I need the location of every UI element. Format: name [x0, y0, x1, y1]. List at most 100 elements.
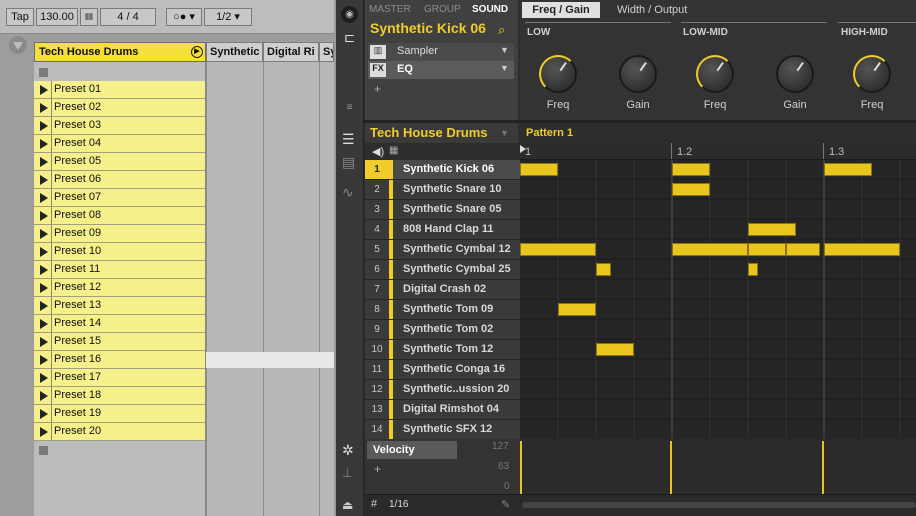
tempo-field[interactable]: 130.00	[36, 8, 78, 26]
clip-slot[interactable]: Preset 01	[34, 81, 205, 99]
quantize-select[interactable]: 1/2 ▾	[204, 8, 252, 26]
play-icon[interactable]	[34, 405, 52, 422]
arranger-icon[interactable]: ☰	[342, 131, 355, 148]
sound-row[interactable]: 9 Synthetic Tom 02	[365, 320, 520, 340]
velocity-selector[interactable]: Velocity	[367, 441, 457, 459]
play-icon[interactable]	[34, 369, 52, 386]
clip-slot[interactable]: Preset 12	[34, 279, 205, 297]
note-event[interactable]	[672, 163, 710, 176]
velocity-bar[interactable]	[670, 441, 672, 494]
play-icon[interactable]	[34, 135, 52, 152]
add-modulation-button[interactable]: +	[374, 462, 381, 476]
note-event[interactable]	[824, 243, 900, 256]
sound-row[interactable]: 4 808 Hand Clap 11	[365, 220, 520, 240]
sound-row[interactable]: 5 Synthetic Cymbal 12	[365, 240, 520, 260]
play-icon[interactable]	[34, 117, 52, 134]
hash-icon[interactable]: #	[371, 498, 377, 510]
clip-slot[interactable]: Preset 08	[34, 207, 205, 225]
note-event[interactable]	[596, 263, 611, 276]
browser-icon[interactable]: ◉	[341, 6, 358, 23]
sound-name[interactable]: Synthetic Kick 06	[370, 20, 486, 36]
grid-resolution[interactable]: 1/16	[389, 499, 408, 510]
speaker-icon[interactable]: ◀)	[372, 145, 384, 158]
chevron-down-icon[interactable]: ▼	[500, 45, 509, 55]
velocity-lane[interactable]	[520, 439, 916, 494]
sound-row[interactable]: 6 Synthetic Cymbal 25	[365, 260, 520, 280]
tab-master[interactable]: MASTER	[369, 4, 411, 15]
note-event[interactable]	[672, 183, 710, 196]
mixer-icon[interactable]: ▤	[342, 154, 355, 171]
tab-sound[interactable]: SOUND	[472, 4, 508, 15]
stop-all-button[interactable]	[39, 446, 48, 455]
stop-button[interactable]	[39, 68, 48, 77]
play-icon[interactable]	[34, 207, 52, 224]
step-grid[interactable]	[520, 160, 916, 439]
pattern-name[interactable]: Pattern 1	[526, 127, 573, 139]
note-event[interactable]	[558, 303, 596, 316]
clip-slot[interactable]: Preset 06	[34, 171, 205, 189]
play-circle-icon[interactable]: ▶	[191, 46, 203, 58]
sound-row[interactable]: 13 Digital Rimshot 04	[365, 400, 520, 420]
sound-row[interactable]: 10 Synthetic Tom 12	[365, 340, 520, 360]
sound-row[interactable]: 11 Synthetic Conga 16	[365, 360, 520, 380]
track-header-4[interactable]: Sy	[319, 42, 334, 62]
play-icon[interactable]	[34, 315, 52, 332]
pencil-icon[interactable]: ✎	[501, 498, 510, 511]
plugin-slot-sampler[interactable]: ▥ Sampler ▼	[368, 43, 514, 61]
clip-slot[interactable]: Preset 03	[34, 117, 205, 135]
clip-slot[interactable]: Preset 15	[34, 333, 205, 351]
sound-row[interactable]: 3 Synthetic Snare 05	[365, 200, 520, 220]
grid-icon[interactable]: ▦	[389, 145, 398, 156]
play-icon[interactable]	[34, 243, 52, 260]
note-event[interactable]	[786, 243, 820, 256]
play-icon[interactable]	[34, 279, 52, 296]
plugin-slot-eq[interactable]: FX EQ ▼	[368, 61, 514, 79]
group-name[interactable]: Tech House Drums	[370, 125, 488, 140]
velocity-bar[interactable]	[822, 441, 824, 494]
search-icon[interactable]: ⌕	[498, 22, 505, 38]
note-event[interactable]	[672, 243, 748, 256]
play-icon[interactable]	[34, 351, 52, 368]
metronome-icon[interactable]: ⦀⦀	[80, 8, 98, 26]
sound-row[interactable]: 1 Synthetic Kick 06	[365, 160, 520, 180]
play-icon[interactable]	[34, 333, 52, 350]
note-event[interactable]	[748, 263, 758, 276]
clip-slot[interactable]: Preset 05	[34, 153, 205, 171]
clip-slot[interactable]: Preset 16	[34, 351, 205, 369]
play-icon[interactable]	[34, 171, 52, 188]
velocity-bar[interactable]	[520, 441, 522, 494]
chevron-down-icon[interactable]: ▼	[500, 128, 509, 138]
clip-slot[interactable]: Preset 07	[34, 189, 205, 207]
knob-freq[interactable]	[539, 55, 577, 93]
knob-freq[interactable]	[696, 55, 734, 93]
follow-icon[interactable]: ○● ▾	[166, 8, 202, 26]
sound-row[interactable]: 7 Digital Crash 02	[365, 280, 520, 300]
clip-slot[interactable]: Preset 17	[34, 369, 205, 387]
sound-row[interactable]: 2 Synthetic Snare 10	[365, 180, 520, 200]
tab-freq-gain[interactable]: Freq / Gain	[522, 2, 600, 18]
note-event[interactable]	[520, 163, 558, 176]
track-header-2[interactable]: Synthetic	[206, 42, 263, 62]
chevron-down-icon[interactable]: ▼	[500, 63, 509, 73]
knob-freq[interactable]	[853, 55, 891, 93]
clip-slot[interactable]: Preset 04	[34, 135, 205, 153]
sound-row[interactable]: 12 Synthetic..ussion 20	[365, 380, 520, 400]
eject-icon[interactable]: ⏏	[342, 498, 353, 512]
clip-slot[interactable]: Preset 19	[34, 405, 205, 423]
automation-icon[interactable]: ✲	[342, 442, 354, 459]
play-icon[interactable]	[34, 81, 52, 98]
collapse-icon[interactable]: ≡	[341, 102, 358, 114]
clip-slot[interactable]: Preset 11	[34, 261, 205, 279]
note-event[interactable]	[748, 243, 786, 256]
note-event[interactable]	[824, 163, 872, 176]
sound-row[interactable]: 8 Synthetic Tom 09	[365, 300, 520, 320]
plug-icon[interactable]: ⊏	[341, 30, 358, 47]
track-header[interactable]: Tech House Drums ▶	[34, 42, 206, 62]
play-icon[interactable]	[34, 153, 52, 170]
play-icon[interactable]	[34, 261, 52, 278]
tab-width-output[interactable]: Width / Output	[617, 2, 687, 18]
knob-gain[interactable]	[619, 55, 657, 93]
modulation-icon[interactable]: ⊥	[342, 466, 352, 480]
play-icon[interactable]	[34, 225, 52, 242]
clip-slot[interactable]: Preset 20	[34, 423, 205, 441]
